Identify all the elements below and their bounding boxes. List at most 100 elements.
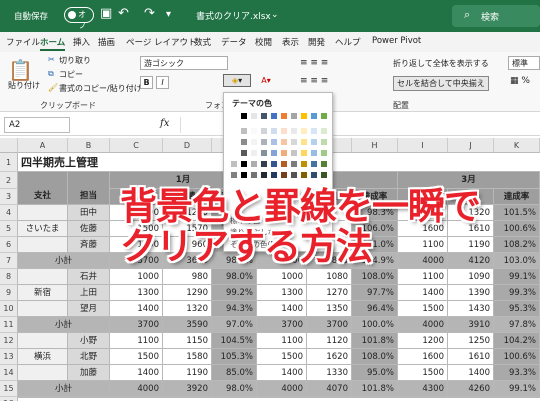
tab-developer[interactable]: 開発 <box>308 36 325 48</box>
value-cell[interactable]: 4000 <box>110 381 163 397</box>
value-cell[interactable]: 97.8% <box>494 317 540 333</box>
color-swatch[interactable] <box>270 138 278 146</box>
color-swatch[interactable] <box>320 160 328 168</box>
tab-insert[interactable]: 挿入 <box>73 36 90 48</box>
value-cell[interactable]: 94.3% <box>212 301 257 317</box>
cut-icon[interactable]: ✂ <box>48 55 55 64</box>
value-cell[interactable]: 11400 <box>110 397 163 398</box>
value-cell[interactable]: 4070 <box>307 381 352 397</box>
paste-button[interactable]: 貼り付け <box>8 80 40 91</box>
value-cell[interactable]: 1500 <box>398 301 448 317</box>
save-icon[interactable]: ▣ <box>100 6 112 21</box>
person-cell[interactable]: 佐藤 <box>68 221 110 237</box>
value-cell[interactable]: 12300 <box>398 397 448 398</box>
color-swatch[interactable] <box>280 149 288 157</box>
value-cell[interactable]: 105.3% <box>212 349 257 365</box>
color-swatch[interactable] <box>280 138 288 146</box>
value-cell[interactable]: 108.0% <box>352 269 398 285</box>
value-cell[interactable]: 99.1% <box>494 381 540 397</box>
value-cell[interactable]: 1500 <box>398 365 448 381</box>
color-swatch[interactable] <box>300 160 308 168</box>
wrap-text-button[interactable]: 折り返して全体を表示する <box>393 58 489 69</box>
value-cell[interactable]: 1320 <box>163 301 212 317</box>
color-swatch[interactable] <box>240 160 248 168</box>
font-name-combo[interactable]: 游ゴシック <box>140 56 228 70</box>
number-format-combo[interactable]: 標準 <box>508 56 540 70</box>
value-cell[interactable]: 4000 <box>257 381 307 397</box>
value-cell[interactable]: 1150 <box>163 333 212 349</box>
merge-center-button[interactable]: セルを結合して中央揃え <box>393 76 489 91</box>
value-cell[interactable]: 1190 <box>163 365 212 381</box>
color-swatch[interactable] <box>290 149 298 157</box>
color-swatch[interactable] <box>230 149 238 157</box>
value-cell[interactable]: 1500 <box>110 349 163 365</box>
value-cell[interactable]: 3700 <box>307 317 352 333</box>
color-swatch[interactable] <box>290 127 298 135</box>
tab-draw[interactable]: 描画 <box>98 36 115 48</box>
color-swatch[interactable] <box>320 149 328 157</box>
subtotal-label[interactable]: 合計 <box>18 397 110 398</box>
align-left-icon[interactable]: ≡ ≡ ≡ <box>300 76 328 86</box>
color-swatch[interactable] <box>250 160 258 168</box>
value-cell[interactable]: 1000 <box>257 269 307 285</box>
value-cell[interactable]: 1120 <box>307 333 352 349</box>
value-cell[interactable]: 4120 <box>448 253 494 269</box>
value-cell[interactable]: 1300 <box>257 285 307 301</box>
value-cell[interactable]: 3700 <box>257 317 307 333</box>
value-cell[interactable]: 104.5% <box>212 333 257 349</box>
color-swatch[interactable] <box>230 160 238 168</box>
color-swatch[interactable] <box>300 112 308 120</box>
color-swatch[interactable] <box>310 149 318 157</box>
subheader[interactable]: 達成率 <box>494 189 540 205</box>
value-cell[interactable]: 1400 <box>110 301 163 317</box>
value-cell[interactable]: 95.0% <box>352 365 398 381</box>
tab-data[interactable]: データ <box>221 36 247 48</box>
person-cell[interactable]: 上田 <box>68 285 110 301</box>
font-color-button[interactable]: A▾ <box>254 74 278 87</box>
store-cell[interactable] <box>18 365 68 381</box>
color-swatch[interactable] <box>290 138 298 146</box>
value-cell[interactable]: 97.7% <box>352 285 398 301</box>
color-swatch[interactable] <box>300 138 308 146</box>
value-cell[interactable]: 1400 <box>398 285 448 301</box>
value-cell[interactable]: 1080 <box>307 269 352 285</box>
color-swatch[interactable] <box>230 112 238 120</box>
value-cell[interactable]: 1600 <box>398 349 448 365</box>
value-cell[interactable]: 96.4% <box>352 301 398 317</box>
value-cell[interactable]: 11400 <box>257 397 307 398</box>
store-cell[interactable]: 新宿 <box>18 285 68 301</box>
color-swatch[interactable] <box>260 112 268 120</box>
value-cell[interactable]: 101.8% <box>352 381 398 397</box>
store-cell[interactable] <box>18 269 68 285</box>
color-swatch[interactable] <box>240 112 248 120</box>
person-cell[interactable]: 小野 <box>68 333 110 349</box>
header-store[interactable]: 支社 <box>18 172 68 205</box>
value-cell[interactable]: 103.0% <box>494 253 540 269</box>
search-box[interactable]: ⌕ 検索 <box>452 5 540 27</box>
store-cell[interactable] <box>18 205 68 221</box>
undo-icon[interactable]: ↶ <box>118 6 129 21</box>
color-swatch[interactable] <box>320 112 328 120</box>
value-cell[interactable]: 1100 <box>398 237 448 253</box>
color-swatch[interactable] <box>250 149 258 157</box>
value-cell[interactable]: 1100 <box>110 333 163 349</box>
tab-review[interactable]: 校閲 <box>255 36 272 48</box>
color-swatch[interactable] <box>270 160 278 168</box>
value-cell[interactable]: 1300 <box>110 285 163 301</box>
color-swatch[interactable] <box>260 138 268 146</box>
customize-qat-icon[interactable]: ▾ <box>166 9 171 20</box>
value-cell[interactable]: 4260 <box>448 381 494 397</box>
value-cell[interactable]: 108.0% <box>352 349 398 365</box>
value-cell[interactable]: 98.0% <box>212 381 257 397</box>
value-cell[interactable]: 100.0% <box>352 317 398 333</box>
filename-dropdown-icon[interactable]: ⌄ <box>271 10 279 20</box>
subtotal-label[interactable]: 小計 <box>18 381 110 397</box>
value-cell[interactable]: 1400 <box>448 365 494 381</box>
color-swatch[interactable] <box>250 112 258 120</box>
person-cell[interactable]: 斉藤 <box>68 237 110 253</box>
value-cell[interactable]: 93.3% <box>494 365 540 381</box>
color-swatch[interactable] <box>320 138 328 146</box>
value-cell[interactable]: 3920 <box>163 381 212 397</box>
cut-button[interactable]: 切り取り <box>59 55 91 66</box>
value-cell[interactable]: 1090 <box>448 269 494 285</box>
